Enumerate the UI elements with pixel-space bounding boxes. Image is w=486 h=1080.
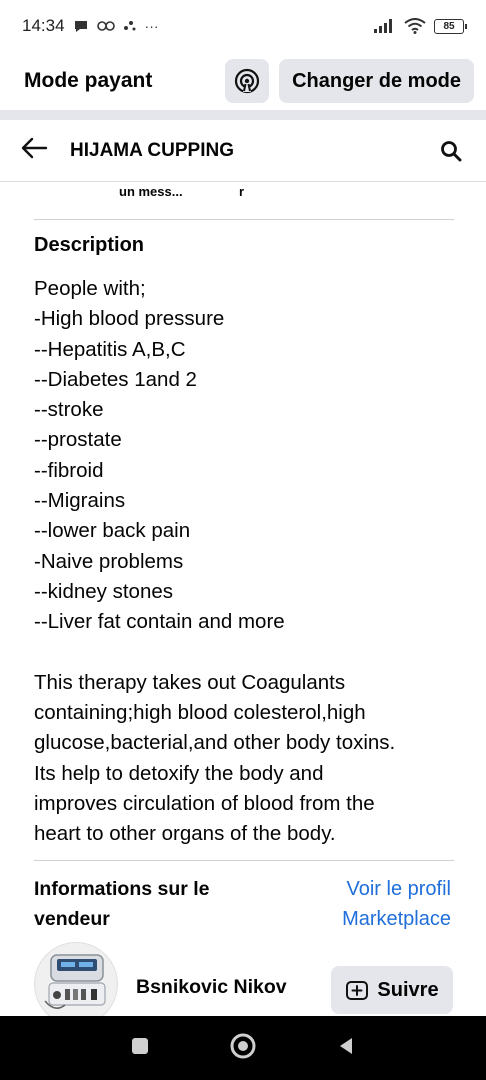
- description-line: This therapy takes out Coagulants: [34, 670, 346, 694]
- change-mode-label: Changer de mode: [292, 69, 461, 92]
- view-marketplace-profile-link[interactable]: Voir le profil Marketplace: [342, 874, 451, 934]
- divider: [34, 860, 454, 861]
- wifi-icon: [404, 18, 426, 34]
- description-line: -Naive problems: [34, 549, 184, 573]
- status-time: 14:34: [22, 16, 65, 35]
- notification-icons: ···: [73, 18, 159, 34]
- follow-label: Suivre: [377, 978, 439, 1001]
- follow-button[interactable]: Suivre: [331, 966, 453, 1014]
- search-icon: [441, 140, 462, 161]
- profile-link-line: Voir le profil: [346, 878, 452, 900]
- signal-icon: [374, 19, 392, 33]
- mode-title: Mode payant: [24, 69, 153, 92]
- description-line: --lower back pain: [34, 519, 191, 543]
- change-mode-button[interactable]: Changer de mode: [279, 59, 474, 103]
- description-line: containing;high blood colesterol,high: [34, 701, 366, 725]
- square-icon: [131, 1037, 148, 1054]
- section-separator: [0, 110, 486, 120]
- circle-icon: [230, 1033, 256, 1058]
- back-nav-button[interactable]: [335, 1035, 357, 1062]
- listing-header: HIJAMA CUPPING: [0, 120, 486, 182]
- description-line: improves circulation of blood from the: [34, 792, 375, 816]
- search-button[interactable]: [436, 136, 466, 166]
- mode-bar: Mode payant Changer de mode: [0, 52, 486, 110]
- broadcast-icon: [234, 68, 260, 94]
- status-left: 14:34 ···: [22, 16, 159, 36]
- add-square-icon: [346, 981, 369, 1000]
- description-line: --fibroid: [34, 458, 104, 482]
- description-line: glucose,bacterial,and other body toxins.: [34, 731, 396, 755]
- description-line: heart to other organs of the body.: [34, 822, 336, 846]
- description-line: --prostate: [34, 428, 122, 452]
- dots-notification-icon: [123, 21, 136, 31]
- description-line: --kidney stones: [34, 579, 174, 603]
- seller-avatar[interactable]: [34, 942, 118, 1026]
- description-body: People with; -High blood pressure --Hepati…: [34, 274, 459, 850]
- message-action-label[interactable]: un mess...: [119, 184, 183, 199]
- recent-apps-button[interactable]: [129, 1035, 151, 1062]
- description-line: Its help to detoxify the body and: [34, 761, 324, 785]
- home-button[interactable]: [228, 1031, 258, 1066]
- description-line: --Diabetes 1and 2: [34, 367, 197, 391]
- seller-heading-line: Informations sur le: [34, 878, 210, 900]
- triangle-back-icon: [340, 1037, 353, 1054]
- save-action-label[interactable]: r: [239, 184, 244, 199]
- mode-broadcast-button[interactable]: [225, 59, 270, 103]
- listing-title: HIJAMA CUPPING: [70, 139, 234, 161]
- description-line: People with;: [34, 277, 146, 300]
- profile-link-line: Marketplace: [342, 908, 451, 930]
- description-line: --Liver fat contain and more: [34, 610, 285, 634]
- battery-icon: 85: [434, 18, 467, 34]
- description-line: --Hepatitis A,B,C: [34, 337, 186, 361]
- link-notification-icon: [96, 21, 115, 31]
- status-right: 85: [374, 18, 467, 34]
- description-line: -High blood pressure: [34, 307, 225, 331]
- battery-level: 85: [443, 20, 455, 32]
- seller-name[interactable]: Bsnikovic Nikov: [136, 976, 287, 999]
- seller-info-heading: Informations sur le vendeur: [34, 874, 264, 934]
- description-line: --stroke: [34, 398, 104, 422]
- arrow-left-icon: [21, 137, 48, 159]
- more-notifications-icon: ···: [144, 18, 159, 34]
- seller-heading-line: vendeur: [34, 908, 110, 930]
- system-nav-bar: [0, 1016, 486, 1080]
- back-button[interactable]: [20, 136, 48, 165]
- status-bar: 14:34 ··· 85: [0, 0, 486, 52]
- medical-device-avatar-icon: [44, 954, 106, 1009]
- description-heading: Description: [34, 234, 145, 256]
- description-line: --Migrains: [34, 489, 126, 513]
- chat-notification-icon: [74, 21, 87, 32]
- divider: [34, 219, 454, 220]
